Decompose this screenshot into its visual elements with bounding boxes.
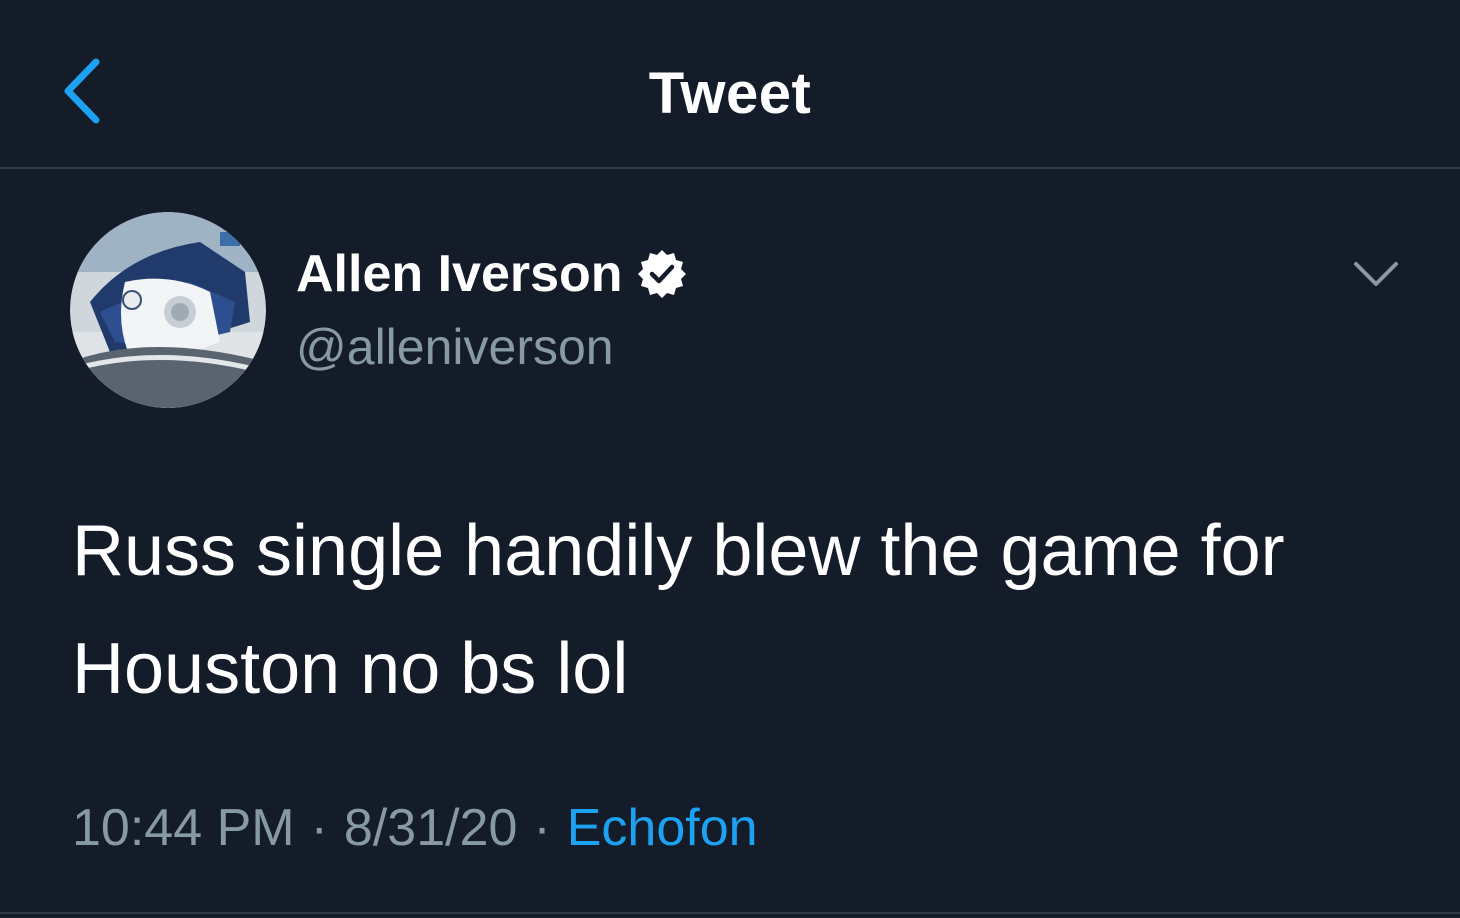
author-name: Allen Iverson: [296, 245, 623, 303]
avatar[interactable]: [70, 212, 266, 408]
author-handle[interactable]: @alleniverson: [296, 318, 614, 376]
tweet-meta: 10:44 PM · 8/31/20 · Echofon: [72, 798, 758, 858]
meta-separator: ·: [533, 799, 551, 857]
tweet-source-link[interactable]: Echofon: [567, 799, 758, 857]
tweet-date: 8/31/20: [343, 799, 518, 857]
author-name-row[interactable]: Allen Iverson: [296, 244, 687, 304]
tweet-menu-button[interactable]: [1348, 252, 1404, 296]
chevron-down-icon: [1354, 262, 1398, 286]
tweet-text-line: Russ single handily blew the game for: [72, 511, 1285, 591]
meta-separator: ·: [310, 799, 328, 857]
divider: [0, 912, 1460, 914]
top-bar: Tweet: [0, 0, 1460, 169]
verified-badge-icon: [637, 249, 687, 299]
tweet-text-line: Houston no bs lol: [72, 629, 629, 709]
tweet-time: 10:44 PM: [72, 799, 295, 857]
page-title: Tweet: [648, 61, 812, 126]
tweet-text: Russ single handily blew the game for Ho…: [72, 492, 1412, 728]
